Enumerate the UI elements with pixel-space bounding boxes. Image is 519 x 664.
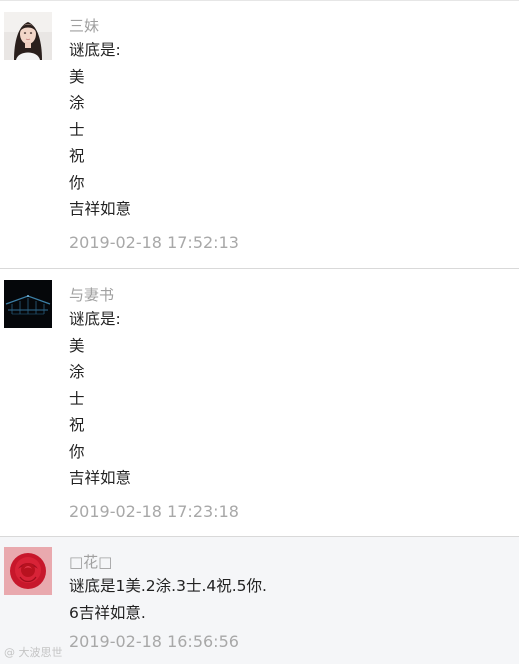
comment-item: 三妹 谜底是: 美 涂 士 祝 你 吉祥如意 2019-02-18 17:52:…: [0, 0, 519, 268]
comment-text-line: 士: [69, 120, 85, 139]
comment-item: 与妻书 谜底是: 美 涂 士 祝 你 吉祥如意 2019-02-18 17:23…: [0, 268, 519, 536]
dark-bridge-icon: [4, 280, 52, 328]
comment-timestamp: 2019-02-18 17:23:18: [69, 501, 239, 521]
comment-author[interactable]: □花□: [69, 551, 509, 573]
comment-text-line: 谜底是1美.2涂.3士.4祝.5你.: [69, 577, 267, 595]
watermark: @ 大波思世: [4, 646, 63, 659]
comment-text-line: 涂: [69, 94, 85, 112]
avatar[interactable]: [4, 280, 52, 328]
comment-text-line: 吉祥如意: [69, 469, 132, 487]
comment-text-line: 谜底是:: [69, 41, 121, 59]
comment-text-line: 祝: [69, 147, 85, 165]
comment-body: 与妻书 谜底是: 美 涂 士 祝 你 吉祥如意 2019-02-18 17:23…: [69, 284, 509, 524]
comment-text-line: 祝: [69, 416, 85, 434]
comment-text-line: 涂: [69, 363, 85, 381]
comment-thread: 三妹 谜底是: 美 涂 士 祝 你 吉祥如意 2019-02-18 17:52:…: [0, 0, 519, 664]
comment-text-line: 美: [69, 67, 85, 86]
comment-body: □花□ 谜底是1美.2涂.3士.4祝.5你. 6吉祥如意. 2019-02-18…: [69, 551, 509, 654]
comment-author[interactable]: 三妹: [69, 15, 509, 37]
avatar[interactable]: [4, 547, 52, 595]
comment-text-line: 美: [69, 336, 85, 355]
comment-timestamp: 2019-02-18 16:56:56: [69, 632, 239, 651]
comment-item: □花□ 谜底是1美.2涂.3士.4祝.5你. 6吉祥如意. 2019-02-18…: [0, 536, 519, 664]
comment-text-line: 你: [69, 173, 85, 192]
red-rose-icon: [4, 547, 52, 595]
comment-text-line: 士: [69, 389, 85, 408]
comment-text-line: 你: [69, 442, 85, 461]
woman-portrait-icon: [4, 12, 52, 60]
comment-timestamp: 2019-02-18 17:52:13: [69, 232, 239, 252]
avatar[interactable]: [4, 12, 52, 60]
comment-author[interactable]: 与妻书: [69, 284, 509, 306]
comment-body: 三妹 谜底是: 美 涂 士 祝 你 吉祥如意 2019-02-18 17:52:…: [69, 15, 509, 255]
comment-text-line: 6吉祥如意.: [69, 603, 146, 622]
comment-text-line: 吉祥如意: [69, 200, 132, 218]
comment-text-line: 谜底是:: [69, 310, 121, 328]
